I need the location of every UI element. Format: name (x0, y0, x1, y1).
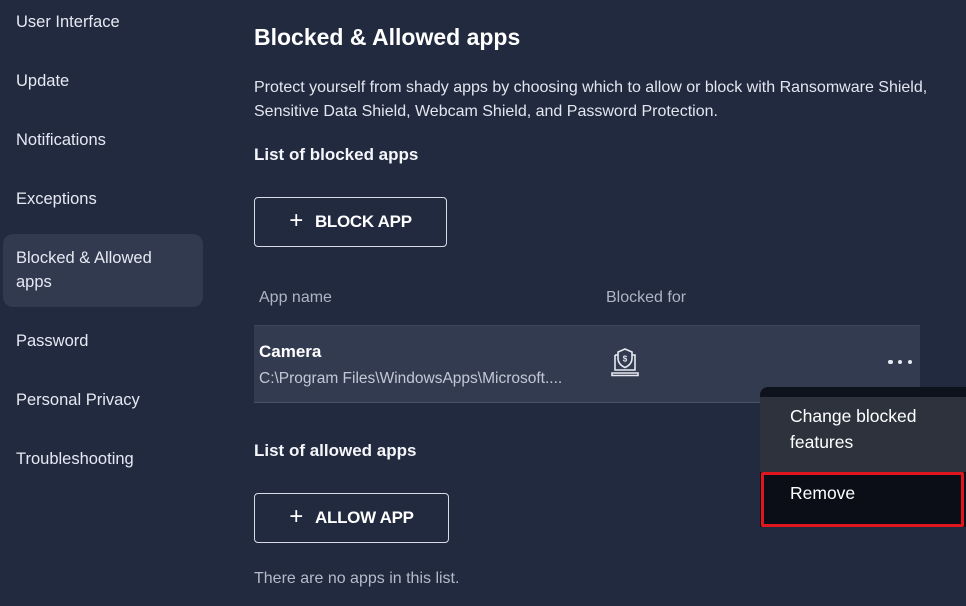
more-options-icon[interactable] (888, 355, 912, 369)
block-app-label: BLOCK APP (314, 212, 412, 231)
menu-item-remove[interactable]: Remove (760, 472, 966, 527)
sidebar-item-user-interface[interactable]: User Interface (3, 10, 203, 34)
allow-app-button[interactable]: + ALLOW APP (254, 493, 449, 543)
app-path: C:\Program Files\WindowsApps\Microsoft..… (259, 370, 563, 387)
blocked-apps-heading: List of blocked apps (254, 145, 419, 164)
menu-item-change-blocked-features[interactable]: Change blocked features (760, 397, 966, 472)
context-menu: Change blocked features Remove (760, 387, 966, 527)
page-description: Protect yourself from shady apps by choo… (254, 79, 928, 120)
allowed-apps-heading: List of allowed apps (254, 441, 417, 460)
sidebar-item-notifications[interactable]: Notifications (3, 128, 203, 152)
sidebar-item-exceptions[interactable]: Exceptions (3, 187, 203, 211)
app-name: Camera (259, 342, 322, 361)
sidebar-item-password[interactable]: Password (3, 329, 203, 353)
allow-app-label: ALLOW APP (315, 508, 414, 527)
sidebar-item-personal-privacy[interactable]: Personal Privacy (3, 388, 203, 412)
column-header-blocked-for: Blocked for (606, 289, 687, 306)
menu-item-label: Change blocked features (790, 406, 917, 452)
block-app-button[interactable]: + BLOCK APP (254, 197, 447, 247)
svg-text:$: $ (623, 355, 628, 364)
app-window: User Interface Update Notifications Exce… (0, 0, 966, 606)
sidebar-item-label: Blocked & Allowed apps (16, 249, 152, 291)
plus-icon: + (289, 207, 303, 234)
sidebar-item-troubleshooting[interactable]: Troubleshooting (3, 447, 203, 471)
plus-icon: + (289, 503, 304, 530)
sidebar: User Interface Update Notifications Exce… (0, 0, 210, 606)
page-title: Blocked & Allowed apps (254, 24, 521, 50)
sensitive-data-shield-icon: $ (608, 346, 642, 380)
sidebar-item-update[interactable]: Update (3, 69, 203, 93)
empty-list-message: There are no apps in this list. (254, 570, 460, 587)
column-header-app-name: App name (259, 289, 332, 306)
sidebar-item-blocked-allowed-apps[interactable]: Blocked & Allowed apps (3, 234, 203, 307)
